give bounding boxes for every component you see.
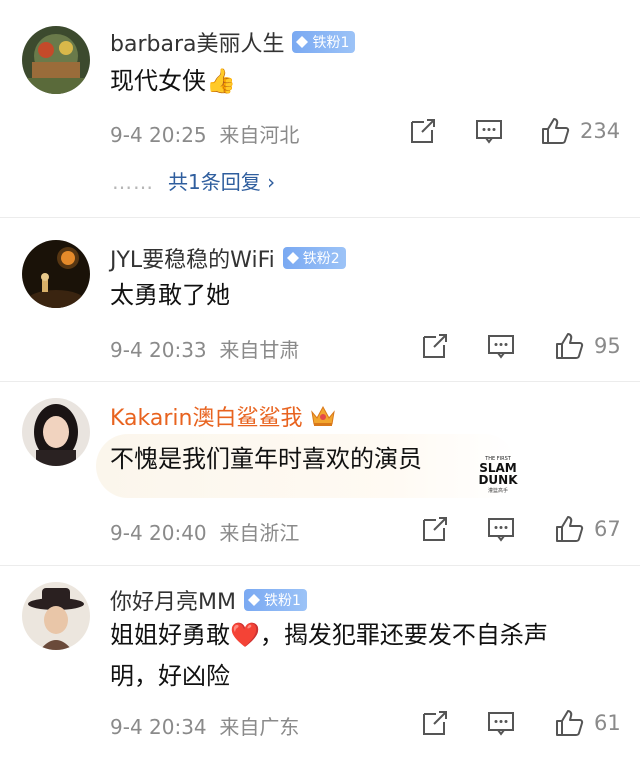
- avatar[interactable]: [22, 582, 90, 650]
- username[interactable]: barbara美丽人生 铁粉1: [110, 26, 356, 58]
- like-thumb-icon: [556, 710, 584, 736]
- repost-button[interactable]: [420, 514, 450, 544]
- comment-text-line-1: 姐姐好勇敢❤️，揭发犯罪还要发不自杀声: [110, 621, 548, 649]
- like-button[interactable]: 67: [554, 514, 621, 544]
- slam-dunk-sticker: THE FIRST SLAM DUNK 灌篮高手: [478, 456, 518, 494]
- comment-meta: 9-4 20:33 来自甘肃: [110, 338, 300, 362]
- diamond-icon: [247, 594, 260, 606]
- comment-text: 不愧是我们童年时喜欢的演员: [110, 445, 422, 473]
- comment-text-line-2: 明，好凶险: [110, 662, 230, 690]
- repost-icon: [423, 711, 447, 735]
- like-count: 95: [594, 334, 621, 358]
- like-button[interactable]: 234: [540, 116, 620, 146]
- fan-badge: 铁粉2: [282, 247, 346, 269]
- like-thumb-icon: [556, 516, 584, 542]
- like-button[interactable]: 95: [554, 331, 621, 361]
- divider: [0, 381, 640, 382]
- crown-icon: [311, 405, 336, 426]
- repost-icon: [423, 334, 447, 358]
- fan-badge: 铁粉1: [292, 31, 356, 53]
- username[interactable]: JYL要稳稳的WiFi 铁粉2: [110, 242, 346, 274]
- repost-button[interactable]: [420, 708, 450, 738]
- comment-icon: [476, 120, 502, 144]
- diamond-icon: [286, 252, 299, 264]
- like-count: 67: [594, 517, 621, 541]
- like-count: 61: [594, 711, 621, 735]
- username[interactable]: Kakarin澳白鲨鲨我: [110, 400, 336, 432]
- comment-button[interactable]: [486, 708, 516, 738]
- sticker-line-4: 灌篮高手: [488, 487, 508, 494]
- comment-button[interactable]: [486, 514, 516, 544]
- like-thumb-icon: [556, 333, 584, 359]
- comment-meta: 9-4 20:40 来自浙江: [110, 521, 300, 545]
- comment-meta: 9-4 20:34 来自广东: [110, 715, 300, 739]
- avatar[interactable]: [22, 398, 90, 466]
- comment-meta: 9-4 20:25 来自河北: [110, 123, 300, 147]
- divider: [0, 565, 640, 566]
- repost-icon: [423, 517, 447, 541]
- avatar[interactable]: [22, 26, 90, 94]
- divider: [0, 217, 640, 218]
- comment-icon: [488, 518, 514, 542]
- comment-icon: [488, 712, 514, 736]
- sticker-line-3: DUNK: [478, 473, 518, 487]
- comment-text: 太勇敢了她: [110, 281, 230, 309]
- comment-button[interactable]: [486, 331, 516, 361]
- like-count: 234: [580, 119, 621, 143]
- comment-icon: [488, 335, 514, 359]
- fan-badge: 铁粉1: [243, 589, 307, 611]
- repost-button[interactable]: [408, 116, 438, 146]
- avatar[interactable]: [22, 240, 90, 308]
- comment-text: 现代女侠👍: [110, 67, 236, 95]
- like-button[interactable]: 61: [554, 708, 621, 738]
- comment-button[interactable]: [474, 116, 504, 146]
- repost-icon: [411, 119, 435, 143]
- like-thumb-icon: [542, 118, 570, 144]
- diamond-icon: [296, 36, 309, 48]
- view-replies-link[interactable]: …… 共1条回复 ›: [112, 166, 275, 195]
- repost-button[interactable]: [420, 331, 450, 361]
